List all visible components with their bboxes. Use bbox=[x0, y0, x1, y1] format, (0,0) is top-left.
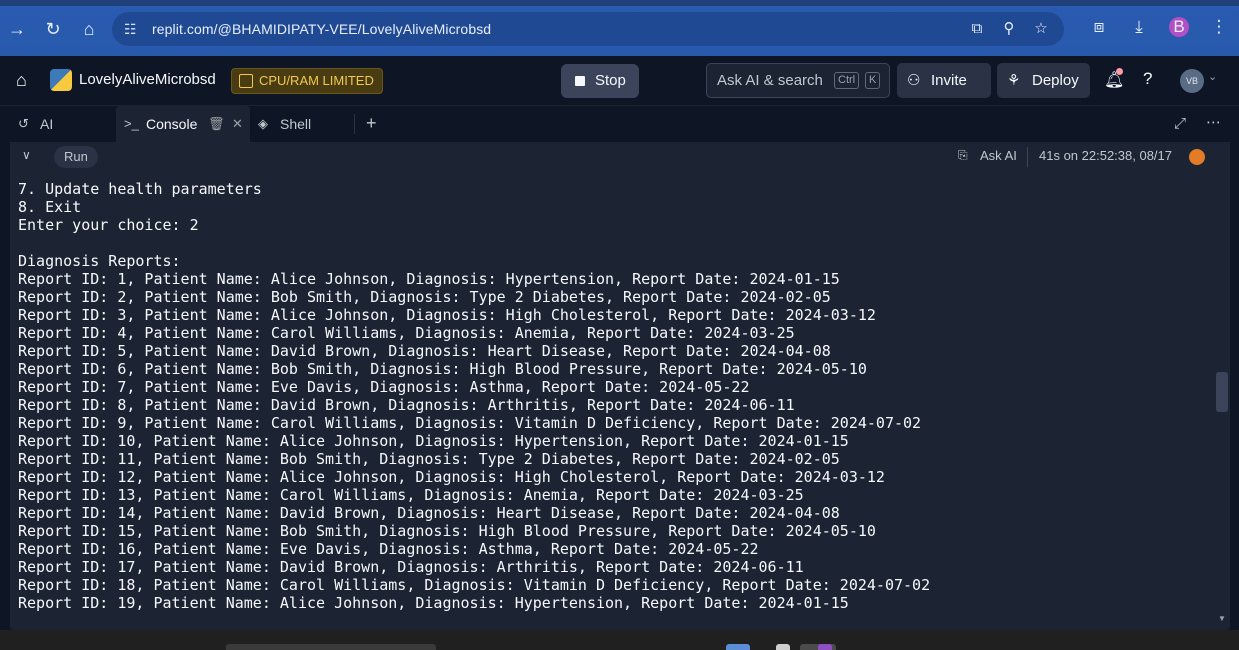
extensions-icon[interactable]: ⧈ bbox=[1089, 17, 1109, 37]
expand-icon[interactable]: ⤢ bbox=[1174, 106, 1186, 142]
tab-shell[interactable]: ◈ Shell bbox=[250, 106, 354, 142]
status-dot bbox=[1189, 149, 1205, 165]
tab-console[interactable]: >_ Console 🗑︎ ✕ bbox=[116, 106, 250, 142]
console-line: Report ID: 17, Patient Name: David Brown… bbox=[18, 558, 804, 576]
tab-ai[interactable]: ↺ AI bbox=[10, 106, 114, 142]
invite-label: Invite bbox=[931, 72, 967, 89]
console-line: Report ID: 9, Patient Name: Carol Willia… bbox=[18, 414, 922, 432]
tab-console-label: Console bbox=[146, 116, 198, 132]
browser-tabstrip bbox=[0, 0, 1239, 6]
console-line: Report ID: 3, Patient Name: Alice Johnso… bbox=[18, 306, 876, 324]
console-line: Report ID: 10, Patient Name: Alice Johns… bbox=[18, 432, 849, 450]
profile-avatar[interactable]: B bbox=[1169, 17, 1189, 37]
console-header: ∨ Run ⎘ Ask AI 41s on 22:52:38, 08/17 bbox=[10, 142, 1230, 172]
console-prompt-icon: >_ bbox=[124, 116, 139, 131]
downloads-icon[interactable]: ⤓ bbox=[1129, 17, 1149, 37]
console-line: 8. Exit bbox=[18, 198, 82, 216]
console-output[interactable]: 7. Update health parameters 8. Exit Enter … bbox=[18, 180, 1208, 626]
workspace-pane: ↺ AI >_ Console 🗑︎ ✕ ◈ Shell + ⤢ ⋯ ∨ Run… bbox=[10, 106, 1230, 630]
url-text[interactable]: replit.com/@BHAMIDIPATY-VEE/LovelyAliveM… bbox=[152, 21, 491, 37]
console-line: Report ID: 16, Patient Name: Eve Davis, … bbox=[18, 540, 759, 558]
run-status-pill[interactable]: Run bbox=[54, 146, 98, 168]
site-info-icon[interactable]: ☷ bbox=[124, 20, 142, 38]
console-line: 7. Update health parameters bbox=[18, 180, 262, 198]
close-icon[interactable]: ✕ bbox=[232, 106, 243, 142]
os-taskbar bbox=[0, 630, 1239, 650]
console-scrollbar[interactable] bbox=[1216, 174, 1228, 626]
trash-icon[interactable]: 🗑︎ bbox=[208, 106, 225, 142]
home-icon[interactable]: ⌂ bbox=[16, 70, 36, 90]
deploy-icon: ⚘ bbox=[1007, 72, 1021, 89]
help-icon[interactable]: ? bbox=[1143, 69, 1152, 89]
console-line: Report ID: 13, Patient Name: Carol Willi… bbox=[18, 486, 804, 504]
taskbar-app-icon[interactable] bbox=[818, 644, 832, 650]
shell-icon: ◈ bbox=[258, 116, 268, 131]
console-line: Report ID: 6, Patient Name: Bob Smith, D… bbox=[18, 360, 867, 378]
ai-icon: ↺ bbox=[18, 116, 29, 131]
stop-icon bbox=[575, 76, 585, 86]
ask-ai-search-box[interactable]: Ask AI & search Ctrl K bbox=[706, 63, 890, 98]
taskbar-app-icon[interactable] bbox=[776, 644, 790, 650]
stop-button[interactable]: Stop bbox=[561, 64, 639, 98]
user-avatar[interactable]: VB bbox=[1180, 69, 1204, 93]
console-line: Report ID: 14, Patient Name: David Brown… bbox=[18, 504, 840, 522]
shortcut-ctrl: Ctrl bbox=[834, 72, 860, 89]
console-line: Report ID: 7, Patient Name: Eve Davis, D… bbox=[18, 378, 750, 396]
new-tab-plus-icon[interactable]: + bbox=[366, 106, 377, 140]
more-options-icon[interactable]: ⋯ bbox=[1206, 106, 1222, 140]
header-divider bbox=[1027, 147, 1028, 167]
install-app-icon[interactable]: ⧉ bbox=[968, 20, 986, 38]
cpu-icon bbox=[239, 74, 253, 88]
tab-bar: ↺ AI >_ Console 🗑︎ ✕ ◈ Shell + ⤢ ⋯ bbox=[10, 106, 1230, 142]
invite-button[interactable]: ⚇ Invite bbox=[897, 63, 991, 98]
tab-divider bbox=[354, 114, 355, 134]
forward-arrow-icon[interactable]: → bbox=[6, 18, 28, 40]
address-bar[interactable]: ☷ replit.com/@BHAMIDIPATY-VEE/LovelyAliv… bbox=[112, 12, 1064, 46]
console-line: Report ID: 12, Patient Name: Alice Johns… bbox=[18, 468, 885, 486]
resource-limit-badge[interactable]: CPU/RAM LIMITED bbox=[231, 68, 383, 94]
add-user-icon: ⚇ bbox=[907, 72, 921, 89]
scrollbar-thumb[interactable] bbox=[1216, 372, 1228, 412]
shortcut-k: K bbox=[865, 72, 881, 89]
ask-ai-label: Ask AI bbox=[980, 148, 1017, 163]
chevron-down-icon[interactable]: ⌄ bbox=[1208, 70, 1217, 83]
ask-ai-icon: ⎘ bbox=[958, 148, 968, 162]
notification-dot bbox=[1116, 68, 1123, 75]
zoom-icon[interactable]: ⚲ bbox=[1000, 20, 1018, 38]
browser-menu-icon[interactable]: ⋮ bbox=[1209, 17, 1229, 37]
browser-home-icon[interactable]: ⌂ bbox=[78, 18, 100, 40]
search-placeholder: Ask AI & search bbox=[717, 72, 823, 89]
resource-limit-label: CPU/RAM LIMITED bbox=[259, 73, 374, 88]
tab-ai-label: AI bbox=[40, 116, 54, 132]
scroll-down-arrow-icon[interactable]: ▼ bbox=[1218, 614, 1226, 623]
console-line: Report ID: 5, Patient Name: David Brown,… bbox=[18, 342, 831, 360]
console-line: Diagnosis Reports: bbox=[18, 252, 181, 270]
console-line: Report ID: 4, Patient Name: Carol Willia… bbox=[18, 324, 795, 342]
console-line: Enter your choice: 2 bbox=[18, 216, 199, 234]
stop-label: Stop bbox=[595, 72, 626, 89]
ask-ai-button[interactable]: ⎘ Ask AI bbox=[958, 148, 1017, 163]
console-line: Report ID: 15, Patient Name: Bob Smith, … bbox=[18, 522, 876, 540]
run-timing: 41s on 22:52:38, 08/17 bbox=[1039, 148, 1173, 163]
console-line: Report ID: 8, Patient Name: David Brown,… bbox=[18, 396, 795, 414]
taskbar-search[interactable] bbox=[226, 644, 436, 650]
python-logo-icon bbox=[50, 69, 72, 91]
console-line: Report ID: 11, Patient Name: Bob Smith, … bbox=[18, 450, 840, 468]
collapse-chevron-icon[interactable]: ∨ bbox=[22, 148, 31, 162]
tab-shell-label: Shell bbox=[280, 116, 312, 132]
console-line: Report ID: 2, Patient Name: Bob Smith, D… bbox=[18, 288, 831, 306]
reload-icon[interactable]: ↻ bbox=[42, 18, 64, 40]
console-line: Report ID: 18, Patient Name: Carol Willi… bbox=[18, 576, 931, 594]
console-line: Report ID: 1, Patient Name: Alice Johnso… bbox=[18, 270, 840, 288]
console-line: Report ID: 19, Patient Name: Alice Johns… bbox=[18, 594, 849, 612]
repl-name[interactable]: LovelyAliveMicrobsd bbox=[79, 71, 216, 88]
deploy-label: Deploy bbox=[1032, 72, 1079, 89]
deploy-button[interactable]: ⚘ Deploy bbox=[997, 63, 1090, 98]
browser-toolbar: → ↻ ⌂ ☷ replit.com/@BHAMIDIPATY-VEE/Love… bbox=[0, 0, 1239, 56]
taskbar-app-icon[interactable] bbox=[726, 644, 750, 650]
bookmark-star-icon[interactable]: ☆ bbox=[1032, 20, 1050, 38]
replit-header: ⌂ LovelyAliveMicrobsd CPU/RAM LIMITED St… bbox=[0, 56, 1239, 106]
